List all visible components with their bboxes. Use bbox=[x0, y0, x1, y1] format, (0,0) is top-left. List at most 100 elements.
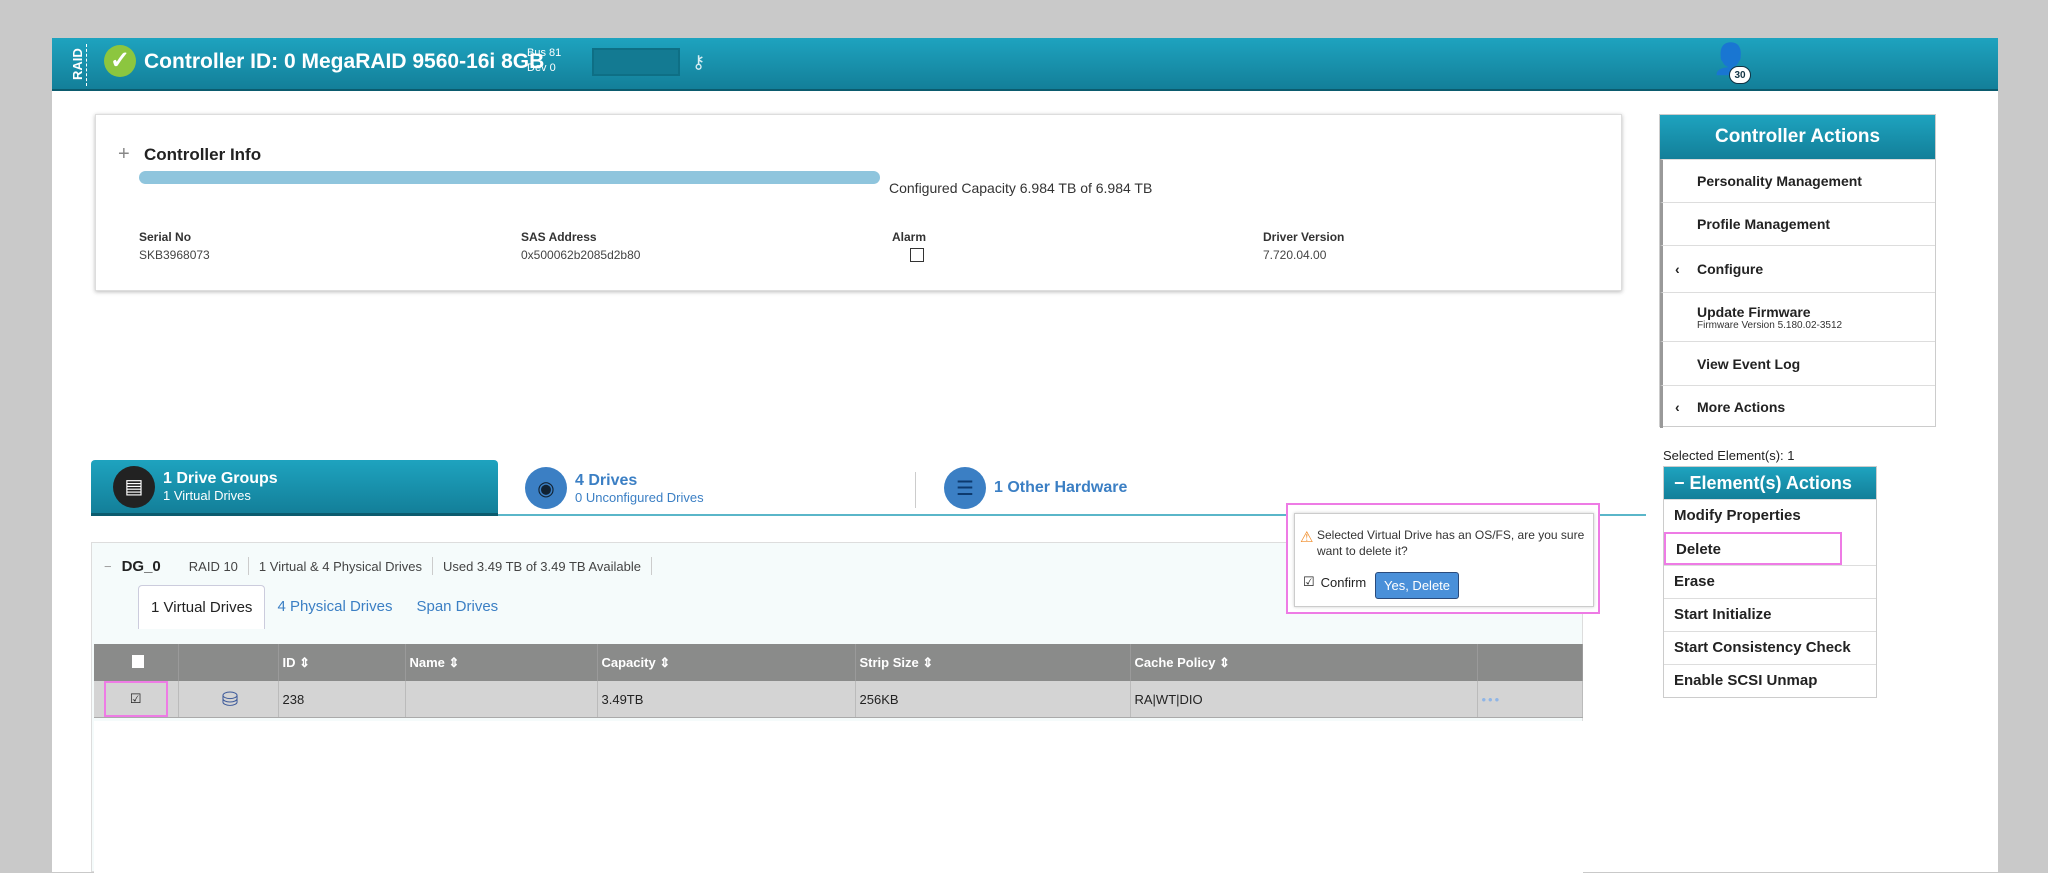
label: Driver Version bbox=[1263, 230, 1345, 244]
action-delete[interactable]: Delete bbox=[1664, 532, 1842, 565]
label: Profile Management bbox=[1697, 216, 1831, 232]
cell-cache-policy: RA|WT|DIO bbox=[1130, 681, 1478, 718]
action-profile-management[interactable]: Profile Management bbox=[1660, 202, 1935, 245]
tab-drives[interactable]: ◉ 4 Drives 0 Unconfigured Drives bbox=[525, 460, 704, 516]
controller-title: Controller ID: 0 MegaRAID 9560-16i 8GB bbox=[144, 50, 545, 73]
table-empty-area bbox=[94, 721, 1583, 873]
raid-level: RAID 10 bbox=[188, 558, 238, 574]
key-icon[interactable]: ⚷ bbox=[692, 52, 705, 73]
delete-confirm-popup: ⚠ Selected Virtual Drive has an OS/FS, a… bbox=[1286, 503, 1600, 614]
divider bbox=[651, 557, 652, 575]
controller-actions-panel: Controller Actions Personality Managemen… bbox=[1659, 114, 1936, 428]
subtab-physical-drives[interactable]: 4 Physical Drives bbox=[265, 585, 404, 629]
capacity-bar bbox=[139, 171, 880, 184]
usage: Used 3.49 TB of 3.49 TB Available bbox=[442, 558, 641, 574]
label: Capacity bbox=[601, 654, 656, 670]
drive-count: 1 Virtual & 4 Physical Drives bbox=[258, 558, 422, 574]
divider bbox=[431, 557, 433, 575]
dev: Dev 0 bbox=[527, 62, 556, 74]
chevron-left-icon: ‹ bbox=[1675, 399, 1680, 415]
field-sas: SAS Address 0x500062b2085d2b80 bbox=[521, 230, 640, 262]
subtab-span-drives[interactable]: Span Drives bbox=[404, 585, 510, 629]
field-driver: Driver Version 7.720.04.00 bbox=[1263, 230, 1344, 262]
tab-drive-groups[interactable]: ▤ 1 Drive Groups 1 Virtual Drives bbox=[91, 460, 498, 516]
sub: 1 Virtual Drives bbox=[163, 488, 251, 503]
table-header: ID ⇕ Name ⇕ Capacity ⇕ Strip Size ⇕ Cach… bbox=[94, 644, 1583, 681]
popup-message: Selected Virtual Drive has an OS/FS, are… bbox=[1317, 528, 1585, 558]
raid-label: RAID bbox=[70, 48, 85, 80]
drive-group-icon: ▤ bbox=[113, 465, 155, 508]
action-update-firmware[interactable]: Update Firmware Firmware Version 5.180.02… bbox=[1660, 292, 1935, 341]
subtab-virtual-drives[interactable]: 1 Virtual Drives bbox=[138, 585, 266, 629]
action-start-consistency-check[interactable]: Start Consistency Check bbox=[1664, 631, 1876, 664]
select-all-checkbox[interactable] bbox=[131, 654, 144, 668]
title: Element(s) Actions bbox=[1689, 473, 1852, 493]
label: Serial No bbox=[139, 230, 192, 244]
controller-info-panel: + Controller Info Configured Capacity 6.… bbox=[95, 114, 1622, 291]
action-enable-scsi-unmap[interactable]: Enable SCSI Unmap bbox=[1664, 664, 1876, 697]
title: 1 Drive Groups bbox=[163, 470, 278, 487]
field-alarm: Alarm bbox=[892, 230, 926, 267]
label: More Actions bbox=[1697, 399, 1786, 415]
expand-icon[interactable]: + bbox=[118, 143, 130, 166]
label: ID bbox=[282, 654, 296, 670]
value: 7.720.04.00 bbox=[1263, 248, 1327, 262]
title: 1 Other Hardware bbox=[994, 479, 1128, 496]
label: Alarm bbox=[892, 230, 927, 244]
action-start-initialize[interactable]: Start Initialize bbox=[1664, 598, 1876, 631]
drive-icon: ◉ bbox=[525, 467, 567, 509]
cell-strip-size: 256KB bbox=[855, 681, 1131, 718]
label: Name bbox=[409, 654, 445, 670]
element-actions-panel: − Element(s) Actions Modify Properties D… bbox=[1663, 466, 1877, 698]
drive-group-header: − DG_0 RAID 10 1 Virtual & 4 Physical Dr… bbox=[104, 557, 652, 575]
chevron-left-icon: ‹ bbox=[1675, 261, 1680, 277]
controller-card-icon bbox=[592, 48, 680, 76]
divider bbox=[247, 557, 249, 575]
tab-other-hardware[interactable]: ☰ 1 Other Hardware bbox=[944, 460, 1127, 516]
label: Configure bbox=[1697, 261, 1764, 277]
select-all-header bbox=[94, 644, 179, 681]
warning-icon: ⚠ bbox=[1300, 529, 1314, 546]
selected-count: Selected Element(s): 1 bbox=[1663, 448, 1795, 463]
dg-subtabs: 1 Virtual Drives 4 Physical Drives Span … bbox=[138, 585, 510, 629]
col-strip-size[interactable]: Strip Size ⇕ bbox=[855, 644, 1131, 681]
element-actions-title: − Element(s) Actions bbox=[1664, 467, 1876, 499]
divider bbox=[915, 472, 916, 508]
col-actions bbox=[1477, 644, 1583, 681]
table-row[interactable]: ☑ ⛁ 238 3.49TB 256KB RA|WT|DIO ••• bbox=[94, 681, 1583, 718]
sub: 0 Unconfigured Drives bbox=[575, 489, 704, 505]
row-select-cell: ☑ bbox=[94, 681, 179, 718]
label: View Event Log bbox=[1697, 355, 1801, 372]
popup-body: ⚠ Selected Virtual Drive has an OS/FS, a… bbox=[1294, 513, 1594, 607]
bus-dev-info: Bus 81 Dev 0 bbox=[527, 46, 561, 76]
row-checkbox[interactable]: ☑ bbox=[103, 681, 168, 717]
status-ok-icon: ✓ bbox=[104, 45, 136, 77]
col-name[interactable]: Name ⇕ bbox=[405, 644, 598, 681]
value: 0x500062b2085d2b80 bbox=[521, 248, 641, 262]
label: Personality Management bbox=[1697, 173, 1862, 189]
firmware-version: Firmware Version 5.180.02-3512 bbox=[1697, 319, 1843, 331]
action-more-actions[interactable]: ‹ More Actions bbox=[1660, 385, 1935, 428]
col-cache-policy[interactable]: Cache Policy ⇕ bbox=[1130, 644, 1478, 681]
col-id[interactable]: ID ⇕ bbox=[278, 644, 406, 681]
collapse-icon[interactable]: − bbox=[104, 559, 112, 574]
field-serial: Serial No SKB3968073 bbox=[139, 230, 210, 262]
confirm-checkbox[interactable]: ☑ bbox=[1303, 574, 1315, 590]
virtual-drive-icon: ⛁ bbox=[178, 681, 279, 718]
action-erase[interactable]: Erase bbox=[1664, 565, 1876, 598]
hardware-icon: ☰ bbox=[944, 467, 986, 509]
cell-capacity: 3.49TB bbox=[597, 681, 856, 718]
icon-header bbox=[178, 644, 279, 681]
title: 4 Drives bbox=[575, 471, 638, 489]
yes-delete-button[interactable]: Yes, Delete bbox=[1375, 572, 1460, 599]
action-personality-management[interactable]: Personality Management bbox=[1660, 159, 1935, 202]
alarm-checkbox[interactable] bbox=[910, 248, 924, 262]
action-view-event-log[interactable]: View Event Log bbox=[1660, 341, 1935, 385]
label: SAS Address bbox=[521, 230, 597, 244]
col-capacity[interactable]: Capacity ⇕ bbox=[597, 644, 856, 681]
action-configure[interactable]: ‹ Configure bbox=[1660, 245, 1935, 292]
controller-info-title: Controller Info bbox=[144, 145, 262, 164]
more-options-icon[interactable]: ••• bbox=[1477, 681, 1583, 718]
label: Cache Policy bbox=[1134, 654, 1216, 670]
action-modify-properties[interactable]: Modify Properties bbox=[1664, 499, 1876, 532]
